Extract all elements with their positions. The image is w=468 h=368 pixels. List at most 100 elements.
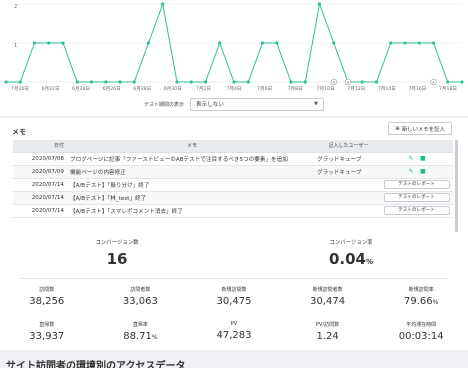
stat-label: 直帰数 [39,322,55,328]
visitors-stat: 訪問者数 33,063 [94,286,188,312]
data-point [232,80,236,84]
stat-label: PV [230,321,238,327]
col-date-header: 日付 [13,140,67,153]
plus-circle-icon: ⊕ [395,125,400,132]
table-row: 2020/07/14 【A/Bテスト】「振り分け」終了 テストのレポート [13,178,453,192]
memo-user: グラッドキューブ [314,165,380,179]
conversion-summary: コンバージョン数 16 コンバージョン率 0.04% [0,238,468,278]
avg-duration-stat: 平均滞在時間 00:03:14 [374,321,468,347]
stat-value-wrap: 1.24 [281,331,375,342]
stat-value-wrap: 00:03:14 [374,331,468,342]
memo-text: 【A/Bテスト】「振り分け」終了 [67,178,314,192]
test-report-button[interactable]: テストのレポート [383,193,450,202]
memo-table: 日付 メモ 記入したユーザー 2020/07/08 ブログページに記事「ファース… [13,140,453,218]
pv-stat: PV 47,283 [187,321,281,347]
stats-row-1: 訪問数 38,256 訪問者数 33,063 新規訪問数 30,475 新規訪問者数 3… [0,286,468,312]
pv-per-visit-stat: PV/訪問数 1.24 [281,321,375,347]
trash-icon[interactable]: ■ [420,155,426,162]
table-row: 2020/07/08 ブログページに記事「ファーストビューのABテストで注目する… [13,152,453,166]
memo-title: メモ [12,128,26,136]
conversions-stat: コンバージョン数 16 [0,238,234,268]
stat-label: 新規訪問数 [221,287,247,293]
memo-text: 【A/Bテスト】「スマレポコメント消去」終了 [67,204,314,218]
data-point [289,80,293,84]
data-point [75,80,79,84]
stat-value-wrap: 30,474 [281,296,375,307]
conversions-label: コンバージョン数 [95,240,139,246]
y-tick-label: 1 [14,43,17,49]
stat-value: 1.24 [316,331,339,342]
edit-icon[interactable]: ✎ [408,155,414,162]
memo-actions: ✎ ■ [380,165,453,179]
stat-value-wrap: 33,063 [94,296,188,307]
stat-unit: % [432,299,439,306]
data-point [332,41,336,45]
stat-value-wrap: 33,937 [0,331,94,342]
stat-label: 直帰率 [132,322,148,328]
memo-date: 2020/07/08 [13,152,67,166]
data-point [317,2,322,6]
table-row: 2020/07/14 【A/Bテスト】「スマレポコメント消去」終了 テストのレポ… [13,204,453,218]
memo-user [314,178,380,192]
chevron-down-icon: ▼ [314,101,319,107]
x-tick-label: 6月22日 [42,86,60,92]
data-point [47,41,51,45]
stat-label: 訪問数 [39,287,55,293]
edit-icon[interactable]: ✎ [408,168,414,175]
data-point [104,80,108,84]
col-action-header [380,140,453,153]
stat-unit: % [151,334,158,341]
new-visits-stat: 新規訪問数 30,475 [187,286,281,312]
cv-rate-unit: % [366,258,374,266]
x-tick-label: 7月16日 [408,86,426,92]
data-point [374,80,379,84]
memo-scrollbar[interactable] [455,140,458,232]
stat-value: 88.71 [123,331,152,342]
stat-value-wrap: 30,475 [187,296,281,307]
stat-value: 79.66 [404,296,433,307]
y-tick-label: 2 [14,4,17,10]
test-period-control: テスト期間の表示 表示しない ▼ [144,97,325,111]
data-point [61,41,65,45]
stat-value: 00:03:14 [398,331,444,342]
new-visitors-stat: 新規訪問者数 30,474 [281,286,375,312]
x-tick-label: 7月12日 [347,86,365,92]
data-point [275,41,279,45]
test-report-button[interactable]: テストのレポート [383,180,450,189]
data-point [132,80,136,84]
stat-value-wrap: 88.71% [94,331,188,342]
data-point [460,80,464,84]
trash-icon[interactable]: ■ [420,168,426,175]
memo-actions: ✎ ■ [380,152,453,166]
test-report-button[interactable]: テストのレポート [383,206,450,215]
test-period-select[interactable]: 表示しない ▼ [190,97,325,111]
memo-date: 2020/07/14 [13,204,67,218]
stat-label: 訪問者数 [130,287,151,293]
cv-rate-stat: コンバージョン率 0.04% [234,238,468,268]
stat-value-wrap: 38,256 [0,296,94,307]
data-point [360,80,364,84]
data-point [446,80,450,84]
data-point [189,80,193,84]
memo-user [314,191,380,205]
cv-rate-value: 0.04 [328,250,366,268]
data-point [118,80,122,84]
data-point [246,80,250,84]
memo-date: 2020/07/09 [13,165,67,179]
data-point [4,80,8,84]
memo-panel: メモ ⊕ 新しいメモを記入 日付 メモ 記入したユーザー 2020/07/08 … [0,118,468,350]
bounces-stat: 直帰数 33,937 [0,321,94,347]
table-row: 2020/07/14 【A/Bテスト】「林_test」終了 テストのレポート [13,191,453,205]
conversions-value: 16 [106,250,128,268]
memo-date: 2020/07/14 [13,191,67,205]
memo-actions: テストのレポート [380,178,453,192]
stats-divider [20,278,448,279]
stat-label: PV/訪問数 [316,322,340,328]
stat-label: 平均滞在時間 [406,322,437,328]
stat-value: 33,063 [122,296,158,307]
x-tick-label: 7月10日 [317,86,335,92]
new-memo-button[interactable]: ⊕ 新しいメモを記入 [388,122,452,135]
col-user-header: 記入したユーザー [314,140,380,153]
stat-value: 30,475 [216,296,252,307]
x-tick-label: 7月20日 [11,86,29,92]
